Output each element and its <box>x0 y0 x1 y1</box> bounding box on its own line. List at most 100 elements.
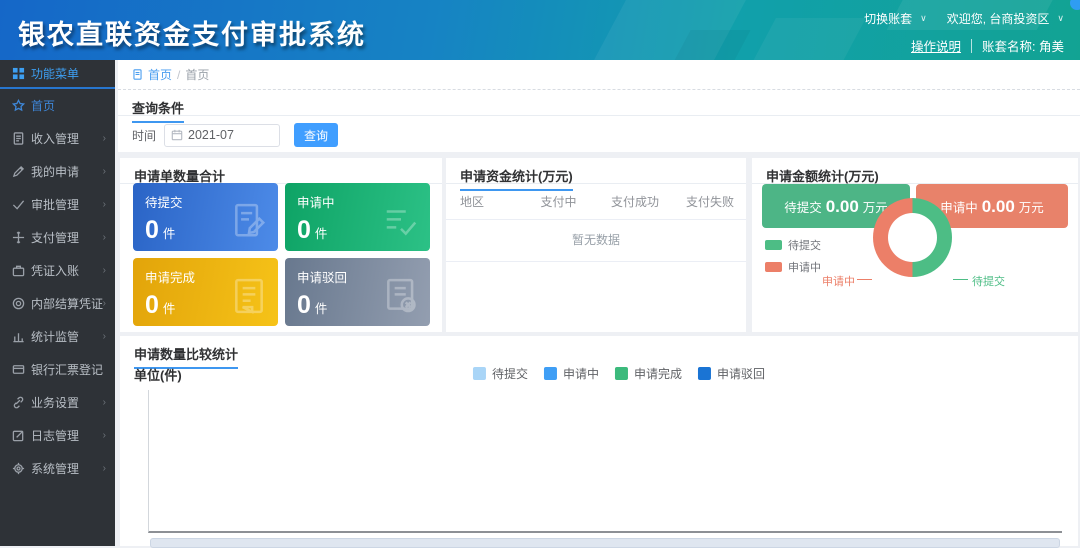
chevron-right-icon: › <box>103 166 106 177</box>
stat-value: 0 <box>297 293 311 318</box>
chart-datazoom-slider[interactable] <box>150 538 1060 548</box>
sidebar-item-log-mgmt[interactable]: 日志管理 › <box>0 419 115 452</box>
chevron-right-icon: › <box>103 298 106 309</box>
callout-line <box>857 279 872 280</box>
donut-label-pending-submit: 待提交 <box>972 273 1005 289</box>
empty-state-text: 暂无数据 <box>446 220 746 262</box>
legend-item[interactable]: 申请驳回 <box>698 365 765 382</box>
sidebar-item-internal-settlement[interactable]: 内部结算凭证 › <box>0 287 115 320</box>
donut-chart <box>873 198 952 277</box>
pencil-icon <box>12 165 25 178</box>
chevron-right-icon: › <box>103 430 106 441</box>
column-header: 支付成功 <box>596 184 674 220</box>
link-icon <box>12 396 25 409</box>
legend-item[interactable]: 申请中 <box>544 365 599 382</box>
fund-stats-table: 地区 支付中 支付成功 支付失败 暂无数据 <box>446 184 746 262</box>
bar-chart-icon <box>12 330 25 343</box>
ring-icon <box>12 297 25 310</box>
column-header: 支付失败 <box>674 184 746 220</box>
switch-account-link[interactable]: 切换账套 <box>864 10 912 27</box>
chevron-right-icon: › <box>103 199 106 210</box>
legend-item[interactable]: 申请完成 <box>615 365 682 382</box>
sidebar-item-bank-draft-register[interactable]: 银行汇票登记 <box>0 353 115 386</box>
amount-stats-panel: 申请金额统计(万元) 待提交 0.00 万元 申请中 0.00 万元 待提交 申… <box>752 158 1078 332</box>
stat-card-in-progress: 申请中 0件 <box>285 183 430 251</box>
sidebar-item-system-mgmt[interactable]: 系统管理 › <box>0 452 115 485</box>
briefcase-icon <box>12 264 25 277</box>
operation-guide-link[interactable]: 操作说明 <box>911 36 961 55</box>
sidebar-item-voucher-entry[interactable]: 凭证入账 › <box>0 254 115 287</box>
count-summary-panel: 申请单数量合计 待提交 0件 申请中 0件 申请完成 0件 申请驳回 0件 <box>120 158 442 332</box>
count-summary-header: 申请单数量合计 <box>120 158 442 184</box>
legend-swatch <box>698 367 711 380</box>
breadcrumb-current: 首页 <box>185 66 209 83</box>
legend-swatch <box>765 262 782 272</box>
donut-label-in-progress: 申请中 <box>822 273 855 289</box>
sidebar-item-approval-mgmt[interactable]: 审批管理 › <box>0 188 115 221</box>
fund-stats-title: 申请资金统计(万元) <box>460 166 573 191</box>
account-name-label: 账套名称: 角美 <box>982 36 1064 55</box>
move-icon <box>12 231 25 244</box>
main-content: 首页 / 首页 查询条件 时间 2021-07 查询 申请单数量合计 待提交 0… <box>116 60 1080 546</box>
divider <box>971 39 972 53</box>
chevron-right-icon: › <box>103 265 106 276</box>
sidebar-item-statistics-supervision[interactable]: 统计监管 › <box>0 320 115 353</box>
document-icon <box>12 132 25 145</box>
stat-value: 0 <box>297 218 311 243</box>
breadcrumb-home[interactable]: 首页 <box>132 66 172 83</box>
welcome-user-menu[interactable]: 欢迎您, 台商投资区 <box>947 10 1050 27</box>
amount-stats-header: 申请金额统计(万元) <box>752 158 1078 184</box>
search-button[interactable]: 查询 <box>294 123 338 147</box>
legend-item: 申请中 <box>765 259 821 275</box>
comparison-chart-legend: 待提交 申请中 申请完成 申请驳回 <box>473 365 765 382</box>
legend-swatch <box>615 367 628 380</box>
legend-swatch <box>544 367 557 380</box>
query-section-title: 查询条件 <box>132 98 184 123</box>
chart-unit-label: 单位(件) <box>134 365 182 384</box>
chevron-right-icon: › <box>103 133 106 144</box>
calendar-icon <box>171 129 183 141</box>
callout-line <box>953 279 968 280</box>
document-lines-icon <box>230 277 268 320</box>
notification-dot <box>1070 0 1080 10</box>
document-edit-icon <box>230 202 268 245</box>
chevron-right-icon: › <box>103 397 106 408</box>
chevron-right-icon: › <box>103 232 106 243</box>
bar-chart-plot-area <box>148 390 1062 533</box>
check-icon <box>12 198 25 211</box>
star-icon <box>12 99 25 112</box>
card-icon <box>12 363 25 376</box>
sidebar-item-payment-mgmt[interactable]: 支付管理 › <box>0 221 115 254</box>
chevron-down-icon: ∨ <box>920 13 927 24</box>
stat-card-pending-submit: 待提交 0件 <box>133 183 278 251</box>
gear-icon <box>12 462 25 475</box>
sidebar: 功能菜单 首页 收入管理 › 我的申请 › 审批管理 › 支付管理 › 凭证入账… <box>0 60 115 546</box>
sidebar-menu-header: 功能菜单 <box>0 60 115 89</box>
sidebar-item-business-settings[interactable]: 业务设置 › <box>0 386 115 419</box>
legend-item[interactable]: 待提交 <box>473 365 528 382</box>
sidebar-item-my-applications[interactable]: 我的申请 › <box>0 155 115 188</box>
time-input[interactable]: 2021-07 <box>164 124 280 147</box>
query-section-header: 查询条件 <box>118 90 1080 116</box>
stat-value: 0 <box>145 218 159 243</box>
app-title: 银农直联资金支付审批系统 <box>18 13 366 52</box>
fund-stats-panel: 申请资金统计(万元) 地区 支付中 支付成功 支付失败 暂无数据 <box>446 158 746 332</box>
grid-icon <box>12 67 25 80</box>
time-label: 时间 <box>132 127 156 144</box>
document-reject-icon <box>382 277 420 320</box>
breadcrumb: 首页 / 首页 <box>118 60 1080 90</box>
sidebar-item-income-mgmt[interactable]: 收入管理 › <box>0 122 115 155</box>
app-header: 银农直联资金支付审批系统 切换账套 ∨ 欢迎您, 台商投资区 ∨ 操作说明 账套… <box>0 0 1080 60</box>
stat-card-rejected: 申请驳回 0件 <box>285 258 430 326</box>
list-check-icon <box>382 202 420 245</box>
legend-item: 待提交 <box>765 237 821 253</box>
comparison-chart-panel: 申请数量比较统计 单位(件) 待提交 申请中 申请完成 申请驳回 <box>120 336 1078 546</box>
fund-stats-header: 申请资金统计(万元) <box>446 158 746 184</box>
chevron-right-icon: › <box>103 331 106 342</box>
document-icon <box>132 68 145 81</box>
edit-icon <box>12 429 25 442</box>
chevron-right-icon: › <box>103 463 106 474</box>
legend-swatch <box>473 367 486 380</box>
sidebar-item-home[interactable]: 首页 <box>0 89 115 122</box>
header-decoration <box>744 18 866 60</box>
